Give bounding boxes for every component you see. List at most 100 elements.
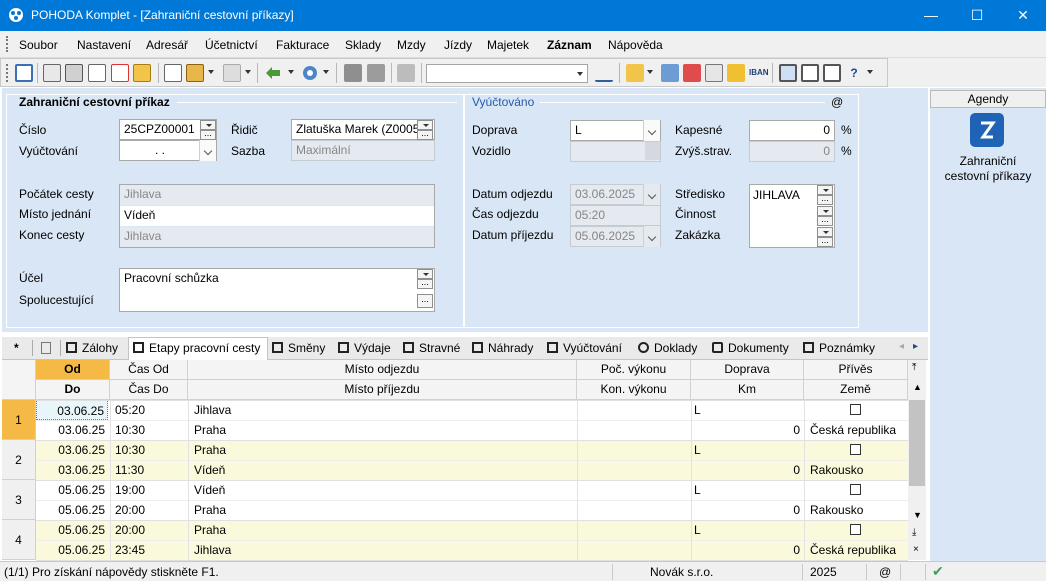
- menu-majetek[interactable]: Majetek: [487, 38, 529, 52]
- cell-cas-do[interactable]: 23:45: [115, 540, 185, 560]
- misto-jednani-field[interactable]: Vídeň: [120, 206, 434, 226]
- paste-icon[interactable]: [397, 64, 415, 82]
- save-icon[interactable]: [344, 64, 362, 82]
- tab-scroll-right-icon[interactable]: ▸: [913, 341, 918, 352]
- menu-adresar[interactable]: Adresář: [146, 38, 188, 52]
- kapesne-field[interactable]: 0: [749, 120, 835, 141]
- toolbar-search-combo[interactable]: [426, 64, 588, 83]
- layout-icon[interactable]: [823, 64, 841, 82]
- cell-cas-do[interactable]: 11:30: [115, 460, 185, 480]
- zakazka-dots-button[interactable]: ...: [817, 236, 833, 247]
- cell-cas-do[interactable]: 10:30: [115, 420, 185, 440]
- cell-doprava[interactable]: L: [694, 400, 794, 420]
- spolucestujici-dots-button[interactable]: ...: [417, 294, 433, 308]
- cislo-dots-button[interactable]: ...: [200, 129, 216, 140]
- cell-do[interactable]: 05.06.25: [36, 540, 108, 560]
- travel-order-icon[interactable]: [970, 113, 1004, 147]
- vertical-scrollbar[interactable]: ⤒ ▲ ▼ ⤓ ×: [908, 360, 926, 560]
- scroll-thumb[interactable]: [909, 400, 925, 486]
- scroll-bottom-icon[interactable]: ⤓: [912, 527, 916, 538]
- menu-sklady[interactable]: Sklady: [345, 38, 381, 52]
- new-record-icon[interactable]: [164, 64, 182, 82]
- chevron-down-icon[interactable]: [245, 70, 251, 74]
- settings-gear-icon[interactable]: [301, 64, 319, 82]
- prives-checkbox[interactable]: [850, 404, 861, 415]
- chevron-down-icon[interactable]: [867, 70, 873, 74]
- cell-misto-odjezdu[interactable]: Vídeň: [194, 480, 574, 500]
- ridic-dots-button[interactable]: ...: [417, 129, 433, 140]
- tab-etapy[interactable]: Etapy pracovní cesty: [133, 341, 260, 359]
- header-km[interactable]: Km: [691, 380, 804, 400]
- menu-fakturace[interactable]: Fakturace: [276, 38, 329, 52]
- prives-checkbox[interactable]: [850, 524, 861, 535]
- ucel-dots-button[interactable]: ...: [417, 278, 433, 289]
- chevron-down-icon[interactable]: [208, 70, 214, 74]
- header-misto-prijezdu[interactable]: Místo příjezdu: [188, 380, 577, 400]
- cell-cas-od[interactable]: 19:00: [115, 480, 185, 500]
- edit-icon[interactable]: [186, 64, 204, 82]
- vyuctovani-dropdown-button[interactable]: [199, 140, 216, 161]
- split-view-icon[interactable]: [15, 64, 33, 82]
- menu-soubor[interactable]: Soubor: [19, 38, 58, 52]
- header-prives[interactable]: Přívěs: [804, 360, 908, 380]
- save-all-icon[interactable]: [367, 64, 385, 82]
- table-icon[interactable]: [223, 64, 241, 82]
- tab-scroll-left-icon[interactable]: ◂: [899, 341, 904, 352]
- ridic-field[interactable]: Zlatuška Marek (Z0005: [291, 119, 435, 140]
- tab-poznamky[interactable]: Poznámky: [803, 341, 875, 359]
- tab-nahrady[interactable]: Náhrady: [472, 341, 533, 359]
- header-zeme[interactable]: Země: [804, 380, 908, 400]
- folder-icon[interactable]: [626, 64, 644, 82]
- cell-zeme[interactable]: Česká republika: [810, 540, 906, 560]
- tab-zalohy[interactable]: Zálohy: [66, 341, 118, 359]
- cell-km[interactable]: 0: [691, 460, 800, 480]
- window-icon[interactable]: [801, 64, 819, 82]
- print-preview-icon[interactable]: [88, 64, 106, 82]
- cell-misto-prijezdu[interactable]: Praha: [194, 500, 574, 520]
- tab-stravne[interactable]: Stravné: [403, 341, 460, 359]
- prives-checkbox[interactable]: [850, 484, 861, 495]
- coins-icon[interactable]: [727, 64, 745, 82]
- close-button[interactable]: ✕: [1000, 0, 1046, 31]
- scroll-up-icon[interactable]: ▲: [913, 382, 922, 392]
- chevron-down-icon[interactable]: [323, 70, 329, 74]
- cell-od[interactable]: 05.06.25: [36, 520, 108, 540]
- header-do[interactable]: Do: [36, 380, 110, 400]
- document-list-icon[interactable]: [661, 64, 679, 82]
- cell-misto-prijezdu[interactable]: Vídeň: [194, 460, 574, 480]
- scroll-top-icon[interactable]: ⤒: [912, 362, 916, 373]
- cell-od[interactable]: 03.06.25: [36, 400, 108, 420]
- tab-smeny[interactable]: Směny: [272, 341, 325, 359]
- row-number[interactable]: 1: [2, 400, 36, 440]
- header-doprava[interactable]: Doprava: [691, 360, 804, 380]
- cell-misto-odjezdu[interactable]: Jihlava: [194, 400, 574, 420]
- tab-vyuctovani[interactable]: Vyúčtování: [547, 341, 622, 359]
- maximize-button[interactable]: ☐: [954, 0, 1000, 31]
- row-number[interactable]: 3: [2, 480, 36, 520]
- stredisko-dots-button[interactable]: ...: [817, 194, 833, 205]
- cell-zeme[interactable]: Rakousko: [810, 500, 906, 520]
- cell-cas-od[interactable]: 10:30: [115, 440, 185, 460]
- help-icon[interactable]: ?: [845, 64, 863, 82]
- iban-icon[interactable]: IBAN: [749, 64, 769, 82]
- export-icon[interactable]: [133, 64, 151, 82]
- cell-doprava[interactable]: L: [694, 480, 794, 500]
- chevron-down-icon[interactable]: [288, 70, 294, 74]
- cell-zeme[interactable]: Česká republika: [810, 420, 906, 440]
- row-number[interactable]: 4: [2, 520, 36, 560]
- menu-jizdy[interactable]: Jízdy: [444, 38, 472, 52]
- cell-doprava[interactable]: L: [694, 520, 794, 540]
- cell-cas-do[interactable]: 20:00: [115, 500, 185, 520]
- menu-ucetnictvi[interactable]: Účetnictví: [205, 38, 258, 52]
- menu-mzdy[interactable]: Mzdy: [397, 38, 426, 52]
- header-misto-odjezdu[interactable]: Místo odjezdu: [188, 360, 577, 380]
- scroll-down-icon[interactable]: ▼: [913, 510, 922, 520]
- cell-misto-prijezdu[interactable]: Jihlava: [194, 540, 574, 560]
- cell-km[interactable]: 0: [691, 540, 800, 560]
- chevron-down-icon[interactable]: [577, 72, 583, 76]
- cell-do[interactable]: 03.06.25: [36, 420, 108, 440]
- header-poc-vykonu[interactable]: Poč. výkonu: [577, 360, 691, 380]
- chevron-down-icon[interactable]: [647, 70, 653, 74]
- agendy-item-label[interactable]: Zahraniční cestovní příkazy: [936, 154, 1040, 184]
- cell-misto-odjezdu[interactable]: Praha: [194, 520, 574, 540]
